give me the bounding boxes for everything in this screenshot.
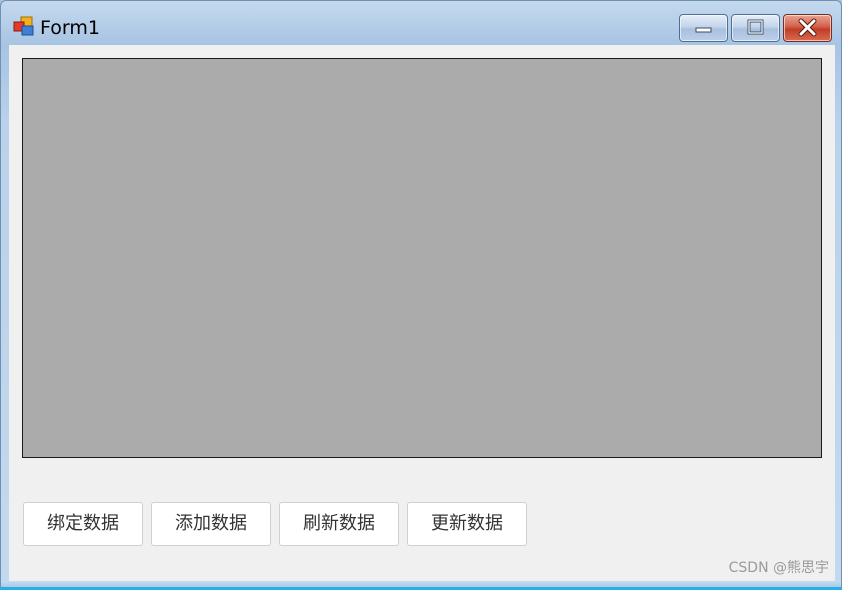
window-title: Form1	[40, 17, 100, 39]
csdn-watermark: CSDN @熊思宇	[728, 560, 829, 576]
app-icon	[13, 16, 34, 36]
title-bar[interactable]: Form1	[1, 1, 841, 45]
maximize-button[interactable]	[731, 14, 780, 42]
maximize-icon	[747, 19, 764, 35]
bind-data-button[interactable]: 绑定数据	[23, 502, 143, 546]
form1-window: Form1 绑定数据 添加数据 刷新数据 更新数据 CSDN @熊思宇	[0, 0, 842, 590]
add-data-button[interactable]: 添加数据	[151, 502, 271, 546]
update-data-button[interactable]: 更新数据	[407, 502, 527, 546]
minimize-button[interactable]	[679, 14, 728, 42]
refresh-data-button[interactable]: 刷新数据	[279, 502, 399, 546]
form-client-area: 绑定数据 添加数据 刷新数据 更新数据 CSDN @熊思宇	[9, 45, 835, 581]
data-grid-view[interactable]	[22, 58, 822, 458]
minimize-icon	[695, 27, 712, 33]
close-icon	[798, 18, 817, 37]
close-button[interactable]	[783, 14, 832, 42]
